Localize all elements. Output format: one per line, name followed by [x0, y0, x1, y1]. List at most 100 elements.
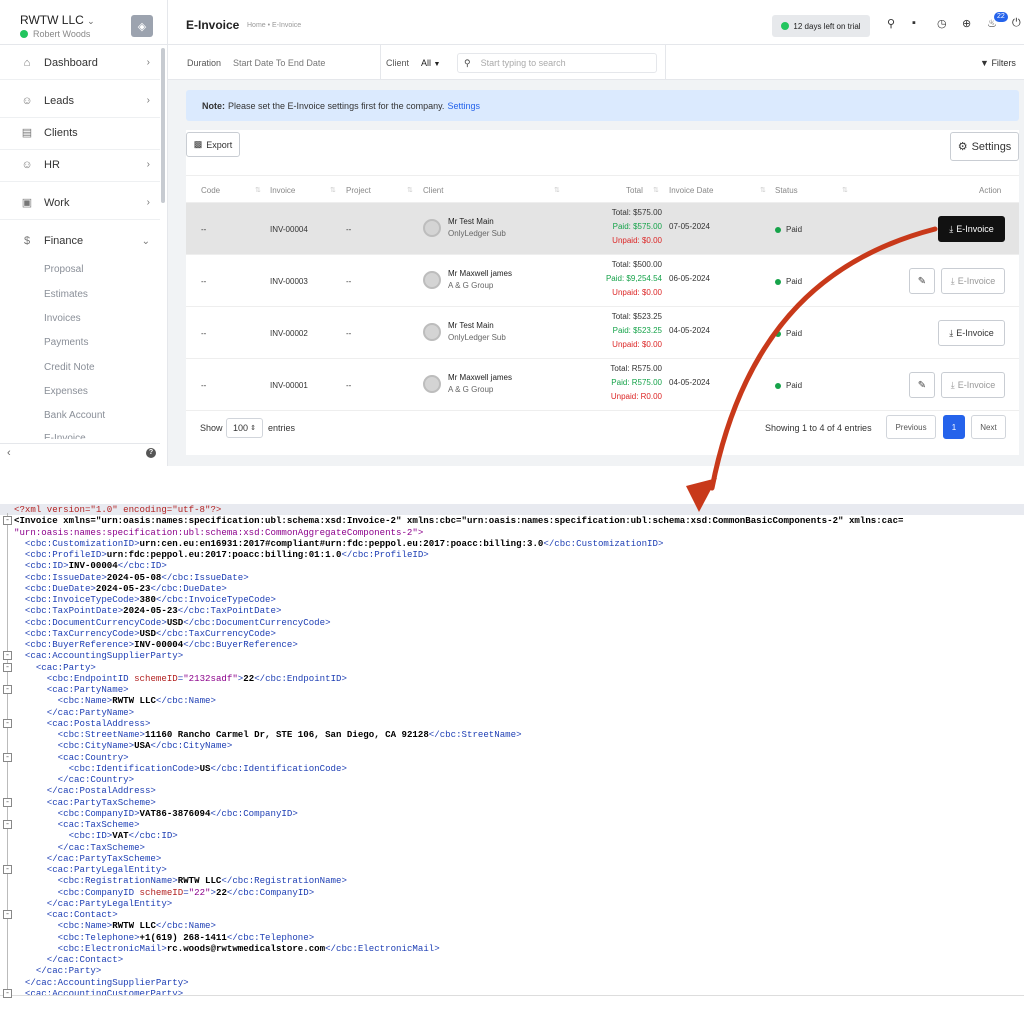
table-row[interactable]: -- INV-00003 -- Mr Maxwell james A & G G…: [186, 255, 1019, 307]
column-header-project[interactable]: Project: [346, 186, 371, 195]
collapse-sidebar-icon[interactable]: ‹: [7, 447, 11, 459]
previous-page-button[interactable]: Previous: [886, 415, 936, 439]
clock-icon[interactable]: ◷: [937, 17, 947, 30]
fold-toggle-icon[interactable]: -: [3, 516, 12, 526]
fold-toggle-icon[interactable]: -: [3, 910, 12, 919]
page-length-value: 100: [233, 423, 249, 433]
next-page-button[interactable]: Next: [971, 415, 1006, 439]
sidebar-subitem-expenses[interactable]: Expenses: [44, 386, 88, 397]
page-length-select[interactable]: 100 ⇕: [226, 418, 263, 438]
cell-client-name[interactable]: Mr Maxwell james: [448, 373, 512, 382]
fold-toggle-icon[interactable]: -: [3, 820, 12, 829]
column-header-status[interactable]: Status: [775, 186, 798, 195]
add-icon[interactable]: ⊕: [962, 17, 971, 30]
sidebar-item-hr[interactable]: ☺ HR ›: [0, 148, 160, 182]
e-invoice-button[interactable]: ⤓ E-Invoice: [941, 372, 1005, 398]
fold-toggle-icon[interactable]: -: [3, 752, 12, 762]
status-dot-icon: [775, 278, 781, 285]
edit-button[interactable]: ✎: [909, 268, 935, 294]
cell-client-name[interactable]: Mr Test Main: [448, 217, 494, 226]
fold-toggle-icon[interactable]: -: [3, 685, 12, 694]
e-invoice-label: E-Invoice: [957, 380, 996, 390]
client-select[interactable]: All ▼: [421, 58, 440, 68]
xml-line-text: <cac:TaxScheme>: [57, 819, 140, 830]
xml-line: <cbc:ElectronicMail>rc.woods@rwtwmedical…: [0, 943, 1024, 954]
company-logo-icon: ◈: [131, 15, 153, 37]
sidebar-subitem-estimates[interactable]: Estimates: [44, 289, 88, 300]
settings-button[interactable]: ⚙ Settings: [950, 132, 1019, 161]
xml-line-text: </cac:Contact>: [46, 954, 124, 965]
fold-toggle-icon[interactable]: -: [3, 662, 12, 672]
table-row[interactable]: -- INV-00004 -- Mr Test Main OnlyLedger …: [186, 203, 1019, 255]
search-icon[interactable]: ⚲: [887, 17, 895, 30]
sidebar-subitem-credit-note[interactable]: Credit Note: [44, 362, 95, 373]
sidebar-subitem-invoices[interactable]: Invoices: [44, 313, 81, 324]
avatar: [423, 219, 441, 237]
power-icon[interactable]: ⏻: [1012, 17, 1021, 30]
sidebar-subitem-proposal[interactable]: Proposal: [44, 264, 83, 275]
sidebar-subitem-payments[interactable]: Payments: [44, 337, 88, 348]
sort-icon: ⇅: [330, 187, 336, 194]
cell-client-name[interactable]: Mr Test Main: [448, 321, 494, 330]
cell-paid: Paid: R575.00: [611, 378, 662, 387]
column-header-total[interactable]: Total: [626, 186, 643, 195]
note-settings-link[interactable]: Settings: [447, 101, 480, 111]
sticky-note-icon[interactable]: ▪: [912, 17, 916, 29]
e-invoice-button[interactable]: ⤓ E-Invoice: [941, 268, 1005, 294]
header: E-Invoice Home • E-Invoice 12 days left …: [168, 0, 1024, 45]
download-icon: ⤓: [950, 379, 955, 390]
page-1-button[interactable]: 1: [943, 415, 965, 439]
column-header-client[interactable]: Client: [423, 186, 443, 195]
sidebar-item-work[interactable]: ▣ Work ›: [0, 186, 160, 220]
export-button[interactable]: ▩ Export: [186, 132, 240, 157]
xml-line: <cac:TaxScheme>: [0, 819, 1024, 830]
sidebar-item-leads[interactable]: ☺ Leads ›: [0, 84, 160, 118]
sidebar-item-finance[interactable]: $ Finance ⌄: [0, 224, 160, 258]
xml-line: <cbc:CityName>USA</cbc:CityName>: [0, 740, 1024, 751]
table-row[interactable]: -- INV-00001 -- Mr Maxwell james A & G G…: [186, 359, 1019, 411]
fold-toggle-icon[interactable]: -: [3, 865, 12, 874]
sidebar-subitem-bank-account[interactable]: Bank Account: [44, 410, 105, 421]
sidebar-scrollbar[interactable]: [161, 48, 165, 203]
app-screenshot: RWTW LLC ⌄ Robert Woods ◈ ⌂ Dashboard › ☺ L…: [0, 0, 1024, 466]
fold-toggle-icon[interactable]: -: [3, 988, 12, 998]
cell-unpaid: Unpaid: $0.00: [612, 288, 662, 297]
e-invoice-button[interactable]: ⤓ E-Invoice: [938, 320, 1005, 346]
cell-invoice[interactable]: INV-00004: [270, 225, 308, 234]
xml-line: <cac:AccountingCustomerParty>: [0, 988, 1024, 995]
company-switcher[interactable]: RWTW LLC ⌄ Robert Woods ◈: [0, 0, 167, 45]
xml-line-text: </cac:PostalAddress>: [46, 785, 156, 797]
column-header-invoice-date[interactable]: Invoice Date: [669, 186, 713, 195]
sidebar-subitem-e-invoice[interactable]: E-Invoice: [44, 433, 86, 439]
duration-picker[interactable]: Start Date To End Date: [233, 58, 325, 68]
sidebar-item-clients[interactable]: ▤ Clients: [0, 116, 160, 150]
fold-toggle-icon[interactable]: -: [3, 651, 12, 661]
cell-invoice[interactable]: INV-00001: [270, 381, 308, 390]
sidebar-item-label: Work: [44, 196, 70, 209]
cell-client-name[interactable]: Mr Maxwell james: [448, 269, 512, 278]
help-icon[interactable]: ?: [146, 448, 156, 458]
sidebar-item-dashboard[interactable]: ⌂ Dashboard ›: [0, 46, 160, 80]
search-input[interactable]: ⚲ Start typing to search: [457, 53, 657, 73]
trial-badge[interactable]: 12 days left on trial: [772, 15, 870, 37]
e-invoice-button[interactable]: ⤓ E-Invoice: [938, 216, 1005, 242]
xml-line-text: <cbc:EndpointID schemeID="2132sadf">22</…: [46, 672, 347, 684]
fold-toggle-icon[interactable]: -: [3, 797, 12, 807]
cell-invoice[interactable]: INV-00003: [270, 277, 308, 286]
xml-line: <cbc:DocumentCurrencyCode>USD</cbc:Docum…: [0, 617, 1024, 628]
xml-line: <cbc:TaxCurrencyCode>USD</cbc:TaxCurrenc…: [0, 628, 1024, 639]
xml-line-text: <cbc:CompanyID>VAT86-3876094</cbc:Compan…: [57, 807, 298, 819]
xml-line: <cbc:EndpointID schemeID="2132sadf">22</…: [0, 673, 1024, 684]
column-header-code[interactable]: Code: [201, 186, 220, 195]
cell-invoice[interactable]: INV-00002: [270, 329, 308, 338]
column-header-invoice[interactable]: Invoice: [270, 186, 295, 195]
chevron-down-icon: ⌄: [87, 16, 95, 26]
xml-line: <cbc:ID>INV-00004</cbc:ID>: [0, 560, 1024, 571]
edit-button[interactable]: ✎: [909, 372, 935, 398]
fold-toggle-icon[interactable]: -: [3, 718, 12, 728]
xml-line-text: <cbc:DueDate>2024-05-23</cbc:DueDate>: [24, 582, 227, 594]
xml-line-text: <cbc:ProfileID>urn:fdc:peppol.eu:2017:po…: [24, 549, 429, 560]
table-row[interactable]: -- INV-00002 -- Mr Test Main OnlyLedger …: [186, 307, 1019, 359]
xml-declaration: <?xml version="1.0" encoding="utf-8"?>: [14, 504, 222, 515]
filters-button[interactable]: ▼ Filters: [980, 58, 1016, 68]
